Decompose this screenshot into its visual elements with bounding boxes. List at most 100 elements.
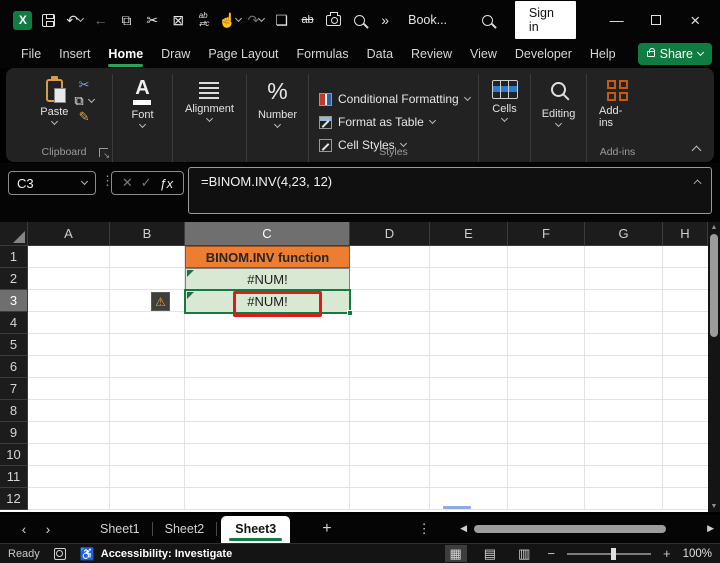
tab-draw[interactable]: Draw [154, 42, 197, 67]
sign-in-button[interactable]: Sign in [514, 1, 576, 39]
insert-function-icon[interactable]: ƒx [159, 176, 173, 191]
scroll-down-arrow-icon[interactable]: ▼ [708, 501, 720, 512]
conditional-formatting-button[interactable]: Conditional Formatting [319, 88, 471, 111]
cell-c2-num-error[interactable]: #NUM! [185, 268, 350, 290]
tab-home[interactable]: Home [101, 42, 150, 67]
error-checking-button[interactable]: ⚠ [151, 292, 170, 311]
font-menu-button[interactable]: A Font [125, 74, 159, 162]
column-header-f[interactable]: F [508, 222, 585, 246]
strikethrough-button[interactable]: ab [295, 5, 321, 35]
zoom-slider[interactable] [566, 547, 651, 560]
cells-menu-button[interactable]: Cells [486, 74, 524, 162]
cancel-icon[interactable]: ✕ [122, 175, 133, 191]
fill-handle[interactable] [347, 310, 353, 316]
sheet-options-button[interactable]: ⋮ [418, 521, 431, 537]
tab-formulas[interactable]: Formulas [290, 42, 356, 67]
horizontal-scrollbar[interactable]: ◀ ▶ [460, 523, 714, 534]
row-header-6[interactable]: 6 [0, 356, 28, 378]
maximize-button[interactable] [641, 5, 670, 35]
select-all-button[interactable] [0, 222, 28, 246]
editing-menu-button[interactable]: Editing [536, 74, 582, 162]
minimize-button[interactable]: — [602, 5, 631, 35]
row-header-10[interactable]: 10 [0, 444, 28, 466]
undo-button[interactable]: ↶ [62, 5, 88, 35]
zoom-out-button[interactable]: − [547, 546, 555, 561]
format-painter-icon[interactable]: ✎ [79, 110, 90, 123]
zoom-slider-thumb[interactable] [610, 547, 616, 560]
tab-review[interactable]: Review [404, 42, 459, 67]
clipboard-dialog-launcher[interactable] [99, 148, 110, 160]
previous-sheet-button[interactable]: ‹ [12, 521, 36, 537]
redo-button[interactable]: ↷ [243, 5, 269, 35]
row-header-7[interactable]: 7 [0, 378, 28, 400]
column-header-c[interactable]: C [185, 222, 350, 246]
column-header-g[interactable]: G [585, 222, 663, 246]
zoom-level[interactable]: 100% [683, 548, 712, 560]
collapse-ribbon-chevron-icon[interactable] [691, 145, 702, 156]
column-header-a[interactable]: A [28, 222, 110, 246]
row-header-5[interactable]: 5 [0, 334, 28, 356]
row-header-3[interactable]: 3 [0, 290, 28, 312]
alignment-menu-button[interactable]: Alignment [179, 74, 240, 162]
row-header-9[interactable]: 9 [0, 422, 28, 444]
sheet-tab-sheet2[interactable]: Sheet2 [153, 522, 217, 536]
zoom-in-button[interactable]: + [663, 546, 671, 561]
collapse-formula-bar-icon[interactable] [693, 179, 702, 188]
tab-insert[interactable]: Insert [52, 42, 97, 67]
format-as-table-button[interactable]: Format as Table [319, 111, 436, 134]
scroll-left-arrow-icon[interactable]: ◀ [460, 523, 467, 534]
horizontal-scrollbar-track[interactable] [471, 524, 703, 534]
vertical-scrollbar[interactable]: ▲ ▼ [708, 222, 720, 512]
page-layout-view-button[interactable]: ▤ [479, 545, 501, 562]
tab-developer[interactable]: Developer [508, 42, 579, 67]
horizontal-scrollbar-thumb[interactable] [474, 524, 667, 533]
share-button[interactable]: Share [637, 43, 712, 65]
number-menu-button[interactable]: % Number [252, 74, 303, 162]
row-header-11[interactable]: 11 [0, 466, 28, 488]
new-sheet-button[interactable]: + [322, 520, 331, 538]
tab-page-layout[interactable]: Page Layout [201, 42, 285, 67]
tab-view[interactable]: View [463, 42, 504, 67]
sheet-tab-sheet1[interactable]: Sheet1 [88, 522, 152, 536]
search-button[interactable] [475, 5, 501, 35]
name-box[interactable]: C3 [8, 171, 96, 195]
copy-picture-button[interactable]: ⊠ [165, 5, 191, 35]
row-header-4[interactable]: 4 [0, 312, 28, 334]
tab-data[interactable]: Data [360, 42, 400, 67]
cut-button[interactable]: ✂ [139, 5, 165, 35]
column-header-e[interactable]: E [430, 222, 508, 246]
row-header-2[interactable]: 2 [0, 268, 28, 290]
column-header-h[interactable]: H [663, 222, 708, 246]
enter-icon[interactable]: ✓ [141, 175, 152, 191]
save-button[interactable] [36, 5, 62, 35]
paste-options-chevron[interactable] [87, 95, 95, 103]
next-sheet-button[interactable]: › [36, 521, 60, 537]
row-header-12[interactable]: 12 [0, 488, 28, 510]
macro-record-icon[interactable] [53, 547, 66, 560]
tab-file[interactable]: File [14, 42, 48, 67]
normal-view-button[interactable]: ▦ [444, 545, 467, 562]
cut-icon[interactable]: ✂ [79, 78, 90, 91]
more-commands-button[interactable]: » [372, 5, 398, 35]
cell-c1-title[interactable]: BINOM.INV function [185, 246, 350, 268]
back-button[interactable]: ← [88, 5, 114, 35]
new-file-button[interactable]: ❏ [269, 5, 295, 35]
workbook-statistics-button[interactable] [346, 5, 372, 35]
formula-input[interactable]: =BINOM.INV(4,23, 12) [188, 167, 712, 214]
cells-area[interactable] [28, 246, 708, 510]
copy-button[interactable]: ⧉ [114, 5, 140, 35]
camera-button[interactable] [321, 5, 347, 35]
scroll-right-arrow-icon[interactable]: ▶ [707, 523, 714, 534]
row-header-1[interactable]: 1 [0, 246, 28, 268]
close-button[interactable]: × [681, 5, 710, 35]
column-header-b[interactable]: B [110, 222, 185, 246]
sheet-tab-sheet3-active[interactable]: Sheet3 [221, 515, 291, 543]
scroll-up-arrow-icon[interactable]: ▲ [708, 222, 720, 233]
replace-button[interactable]: ab ⇄c [191, 5, 217, 35]
tab-help[interactable]: Help [583, 42, 623, 67]
column-header-d[interactable]: D [350, 222, 430, 246]
copy-icon[interactable]: ⧉ [74, 94, 83, 107]
accessibility-status[interactable]: ♿ Accessibility: Investigate [80, 547, 232, 561]
page-break-preview-button[interactable]: ▥ [513, 545, 535, 562]
row-header-8[interactable]: 8 [0, 400, 28, 422]
